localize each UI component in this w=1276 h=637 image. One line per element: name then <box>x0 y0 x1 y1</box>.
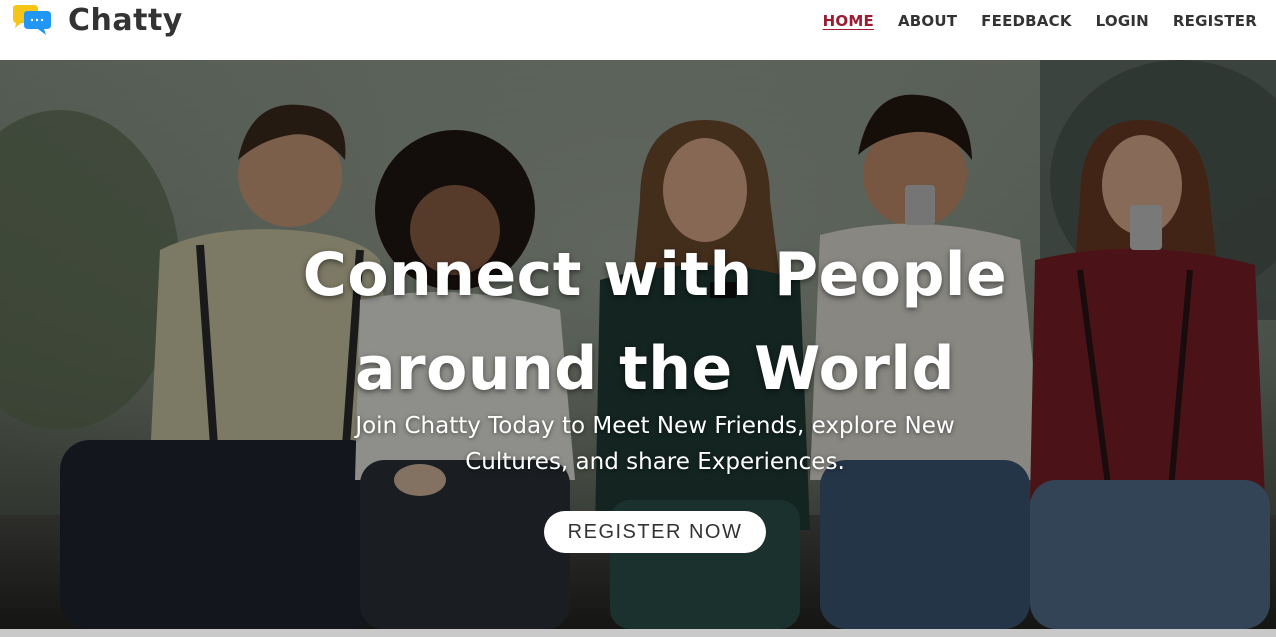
hero-subtitle-line-2: Cultures, and share Experiences. <box>465 449 845 475</box>
brand[interactable]: Chatty <box>10 0 183 42</box>
nav-link-register[interactable]: REGISTER <box>1173 12 1257 30</box>
hero-content: Connect with People around the World Joi… <box>0 60 1276 629</box>
register-now-button[interactable]: REGISTER NOW <box>544 511 766 553</box>
chat-bubbles-icon <box>10 4 54 38</box>
hero-subtitle-line-1: Join Chatty Today to Meet New Friends, e… <box>355 413 955 439</box>
nav-item-home: HOME <box>823 11 874 30</box>
navbar: Chatty HOME ABOUT FEEDBACK LOGIN REGISTE… <box>0 0 1276 60</box>
nav-link-home[interactable]: HOME <box>823 12 874 30</box>
brand-name: Chatty <box>68 3 183 38</box>
nav-menu: HOME ABOUT FEEDBACK LOGIN REGISTER <box>799 0 1257 40</box>
hero-section: Connect with People around the World Joi… <box>0 60 1276 629</box>
hero-title: Connect with People around the World <box>0 228 1276 416</box>
page-bottom-edge <box>0 629 1276 637</box>
nav-item-feedback: FEEDBACK <box>981 11 1071 30</box>
nav-link-login[interactable]: LOGIN <box>1096 12 1149 30</box>
nav-item-login: LOGIN <box>1096 11 1149 30</box>
hero-subtitle: Join Chatty Today to Meet New Friends, e… <box>349 408 961 480</box>
hero-title-line-2: around the World <box>355 334 955 404</box>
nav-item-about: ABOUT <box>898 11 957 30</box>
nav-link-feedback[interactable]: FEEDBACK <box>981 12 1071 30</box>
hero-title-line-1: Connect with People <box>302 240 1008 310</box>
nav-item-register: REGISTER <box>1173 11 1257 30</box>
nav-link-about[interactable]: ABOUT <box>898 12 957 30</box>
